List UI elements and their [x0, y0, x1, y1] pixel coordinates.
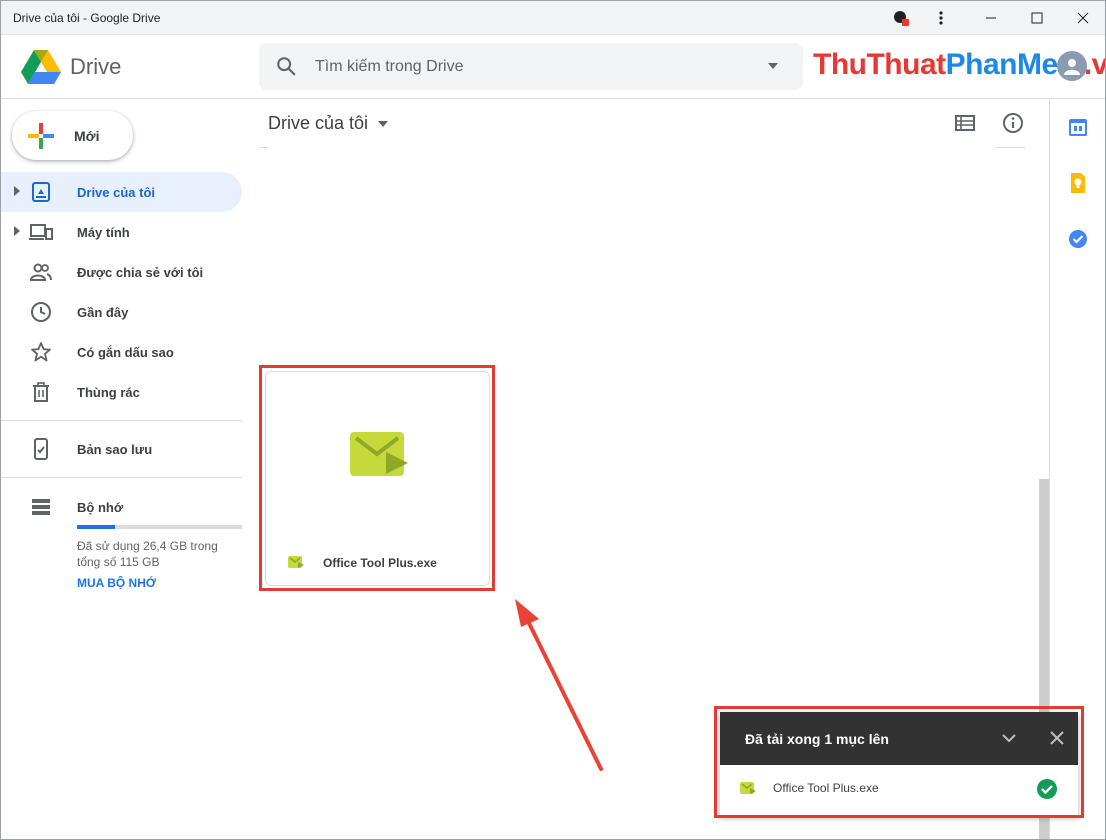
- more-options-icon[interactable]: [919, 1, 963, 35]
- keep-icon[interactable]: [1068, 173, 1088, 193]
- clock-icon: [31, 302, 51, 322]
- highlight-frame-file: [259, 365, 495, 591]
- storage-usage-fill: [77, 525, 115, 529]
- sidebar-item-label: Drive của tôi: [77, 185, 156, 200]
- content-divider: [259, 147, 268, 148]
- sidebar-item-label: Bộ nhớ: [77, 500, 124, 515]
- page-title[interactable]: Drive của tôi: [268, 113, 368, 134]
- search-input[interactable]: Tìm kiếm trong Drive: [315, 58, 463, 76]
- extension-icon[interactable]: [879, 1, 923, 35]
- sidebar-item-label: Thùng rác: [77, 385, 140, 400]
- search-options-dropdown-icon[interactable]: [767, 62, 779, 70]
- sidebar-item-my-drive[interactable]: Drive của tôi: [1, 172, 242, 212]
- sidebar-item-trash[interactable]: Thùng rác: [1, 372, 242, 412]
- minimize-window-icon[interactable]: [969, 1, 1013, 35]
- sidebar-item-label: Được chia sẻ với tôi: [77, 265, 204, 280]
- buy-storage-link[interactable]: MUA BỘ NHỚ: [77, 576, 156, 590]
- sidebar-item-label: Bản sao lưu: [77, 442, 153, 457]
- content-divider: [995, 147, 1025, 148]
- brand-name[interactable]: Drive: [70, 54, 121, 80]
- expand-caret-icon[interactable]: [14, 226, 20, 236]
- my-drive-icon: [32, 182, 50, 202]
- info-icon[interactable]: [1001, 111, 1025, 135]
- highlight-frame-upload: [714, 706, 1084, 818]
- sidebar: Mới Drive của tôi Máy tính Được chia sẻ …: [1, 99, 251, 839]
- star-icon: [31, 342, 51, 362]
- trash-icon: [33, 382, 49, 402]
- sidebar-item-label: Gần đây: [77, 305, 129, 320]
- sidebar-item-label: Máy tính: [77, 225, 130, 240]
- annotation-arrow: [515, 599, 603, 771]
- backup-phone-icon: [34, 438, 48, 460]
- storage-icon: [32, 499, 50, 515]
- sidebar-item-computers[interactable]: Máy tính: [1, 212, 242, 252]
- sidebar-item-recent[interactable]: Gần đây: [1, 292, 242, 332]
- people-icon: [29, 263, 52, 281]
- storage-usage-text: Đã sử dụng 26,4 GB trong tổng số 115 GB: [77, 539, 218, 569]
- calendar-icon[interactable]: [1068, 117, 1088, 137]
- expand-caret-icon[interactable]: [14, 186, 20, 196]
- app-header: Drive Tìm kiếm trong Drive ThuThuatPhanM…: [1, 35, 1105, 99]
- sidebar-divider: [1, 420, 242, 421]
- tasks-icon[interactable]: [1068, 229, 1088, 249]
- search-box[interactable]: Tìm kiếm trong Drive: [259, 43, 803, 90]
- list-view-icon[interactable]: [953, 111, 977, 135]
- sidebar-item-shared-with-me[interactable]: Được chia sẻ với tôi: [1, 252, 242, 292]
- browser-window: Drive của tôi - Google Drive Drive Tìm k…: [0, 0, 1106, 840]
- storage-usage-bar: [77, 525, 242, 529]
- close-window-icon[interactable]: [1061, 1, 1105, 35]
- new-button-label: Mới: [74, 127, 100, 144]
- new-button[interactable]: Mới: [12, 111, 133, 160]
- google-drive-logo-icon[interactable]: [21, 49, 61, 85]
- search-icon[interactable]: [275, 55, 297, 77]
- sidebar-divider: [1, 477, 242, 478]
- account-avatar[interactable]: [1057, 51, 1087, 81]
- sidebar-item-starred[interactable]: Có gắn dấu sao: [1, 332, 242, 372]
- title-bar: Drive của tôi - Google Drive: [1, 1, 1105, 35]
- sidebar-item-storage[interactable]: Bộ nhớ: [1, 487, 242, 527]
- window-title: Drive của tôi - Google Drive: [13, 11, 161, 25]
- sidebar-item-label: Có gắn dấu sao: [77, 345, 174, 360]
- sidebar-item-backups[interactable]: Bản sao lưu: [1, 429, 242, 469]
- maximize-window-icon[interactable]: [1015, 1, 1059, 35]
- computer-icon: [29, 224, 53, 240]
- colorful-plus-icon: [28, 122, 54, 149]
- title-dropdown-icon[interactable]: [378, 121, 388, 127]
